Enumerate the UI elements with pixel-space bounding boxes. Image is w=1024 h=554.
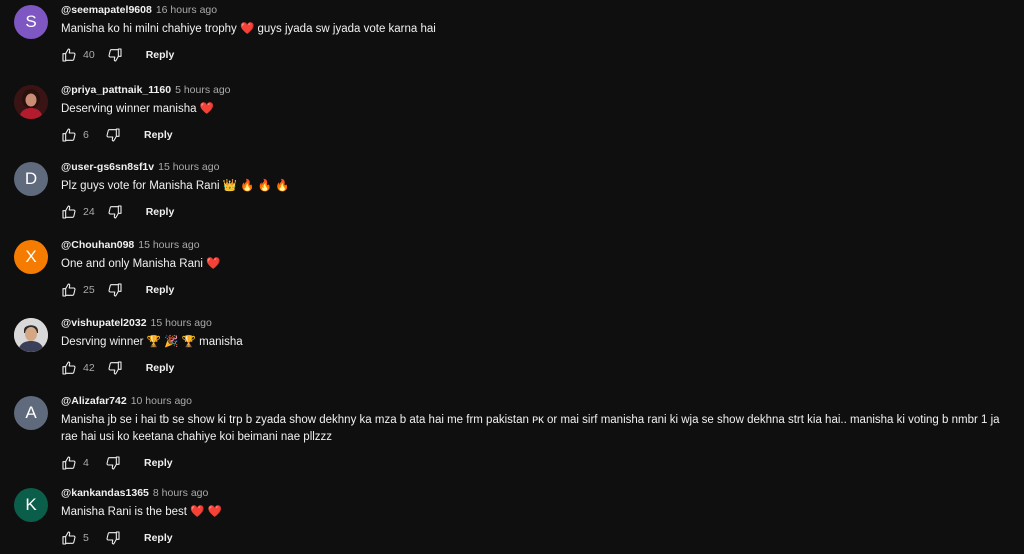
- like-button[interactable]: [61, 530, 77, 546]
- reply-button[interactable]: Reply: [146, 49, 175, 61]
- reply-button[interactable]: Reply: [144, 532, 173, 544]
- author-name[interactable]: @priya_pattnaik_1160: [61, 84, 171, 96]
- timestamp[interactable]: 15 hours ago: [158, 161, 219, 173]
- comment-actions: 25 Reply: [61, 279, 1014, 301]
- like-button[interactable]: [61, 127, 77, 143]
- comment-meta: @kankandas1365 8 hours ago: [61, 486, 1014, 500]
- avatar[interactable]: A: [14, 396, 48, 430]
- thumbs-up-icon: [61, 47, 77, 63]
- timestamp[interactable]: 15 hours ago: [151, 317, 212, 329]
- author-name[interactable]: @Alizafar742: [61, 395, 127, 407]
- thumbs-down-icon: [105, 530, 121, 546]
- like-count: 40: [83, 49, 95, 61]
- like-button[interactable]: [61, 360, 77, 376]
- dislike-button[interactable]: [107, 282, 123, 298]
- like-button[interactable]: [61, 47, 77, 63]
- reply-button[interactable]: Reply: [144, 457, 173, 469]
- avatar[interactable]: D: [14, 162, 48, 196]
- dislike-button[interactable]: [105, 455, 121, 471]
- thumbs-down-icon: [105, 455, 121, 471]
- comments-section: S @seemapatel9608 16 hours ago Manisha ko h…: [0, 0, 1024, 554]
- timestamp[interactable]: 8 hours ago: [153, 487, 208, 499]
- author-name[interactable]: @user-gs6sn8sf1v: [61, 161, 154, 173]
- comment-actions: 6 Reply: [61, 124, 1014, 146]
- thumbs-up-icon: [61, 282, 77, 298]
- comment-meta: @priya_pattnaik_1160 5 hours ago: [61, 83, 1014, 97]
- thumbs-down-icon: [107, 360, 123, 376]
- comment-meta: @Chouhan098 15 hours ago: [61, 238, 1014, 252]
- comment-meta: @Alizafar742 10 hours ago: [61, 394, 1014, 408]
- dislike-button[interactable]: [107, 360, 123, 376]
- comment-actions: 42 Reply: [61, 357, 1014, 379]
- comment-text: One and only Manisha Rani ❤️: [61, 258, 221, 270]
- like-button[interactable]: [61, 282, 77, 298]
- dislike-button[interactable]: [105, 127, 121, 143]
- comment-text: Plz guys vote for Manisha Rani 👑 🔥 🔥 🔥: [61, 180, 290, 192]
- reply-button[interactable]: Reply: [146, 362, 175, 374]
- thumbs-down-icon: [107, 47, 123, 63]
- avatar[interactable]: K: [14, 488, 48, 522]
- avatar[interactable]: [14, 318, 48, 352]
- timestamp[interactable]: 5 hours ago: [175, 84, 230, 96]
- timestamp[interactable]: 15 hours ago: [138, 239, 199, 251]
- avatar[interactable]: S: [14, 5, 48, 39]
- like-count: 24: [83, 206, 95, 218]
- author-name[interactable]: @kankandas1365: [61, 487, 149, 499]
- dislike-button[interactable]: [107, 47, 123, 63]
- like-count: 42: [83, 362, 95, 374]
- reply-button[interactable]: Reply: [144, 129, 173, 141]
- comment-text: Deserving winner manisha ❤️: [61, 103, 215, 115]
- timestamp[interactable]: 16 hours ago: [156, 4, 217, 16]
- like-button[interactable]: [61, 204, 77, 220]
- avatar[interactable]: [14, 85, 48, 119]
- author-name[interactable]: @Chouhan098: [61, 239, 134, 251]
- comment-meta: @user-gs6sn8sf1v 15 hours ago: [61, 160, 1014, 174]
- like-count: 5: [83, 532, 89, 544]
- thumbs-up-icon: [61, 360, 77, 376]
- dislike-button[interactable]: [107, 204, 123, 220]
- comment-actions: 40 Reply: [61, 44, 1014, 66]
- thumbs-up-icon: [61, 127, 77, 143]
- timestamp[interactable]: 10 hours ago: [131, 395, 192, 407]
- reply-button[interactable]: Reply: [146, 206, 175, 218]
- thumbs-down-icon: [105, 127, 121, 143]
- comment-actions: 5 Reply: [61, 527, 1014, 549]
- dislike-button[interactable]: [105, 530, 121, 546]
- thumbs-up-icon: [61, 455, 77, 471]
- thumbs-down-icon: [107, 282, 123, 298]
- thumbs-up-icon: [61, 204, 77, 220]
- author-name[interactable]: @vishupatel2032: [61, 317, 147, 329]
- like-count: 6: [83, 129, 89, 141]
- comment-meta: @seemapatel9608 16 hours ago: [61, 3, 1014, 17]
- comment-text: Manisha Rani is the best ❤️ ❤️: [61, 506, 222, 518]
- comment-meta: @vishupatel2032 15 hours ago: [61, 316, 1014, 330]
- reply-button[interactable]: Reply: [146, 284, 175, 296]
- author-name[interactable]: @seemapatel9608: [61, 4, 152, 16]
- thumbs-down-icon: [107, 204, 123, 220]
- like-button[interactable]: [61, 455, 77, 471]
- comment-text: Desrving winner 🏆 🎉 🏆 manisha: [61, 336, 243, 348]
- thumbs-up-icon: [61, 530, 77, 546]
- comment-text: Manisha ko hi milni chahiye trophy ❤️ gu…: [61, 23, 436, 35]
- like-count: 25: [83, 284, 95, 296]
- comment-actions: 4 Reply: [61, 452, 1014, 474]
- comment-text: Manisha jb se i hai tb se show ki trp b …: [61, 414, 1000, 443]
- comment-actions: 24 Reply: [61, 201, 1014, 223]
- like-count: 4: [83, 457, 89, 469]
- avatar[interactable]: X: [14, 240, 48, 274]
